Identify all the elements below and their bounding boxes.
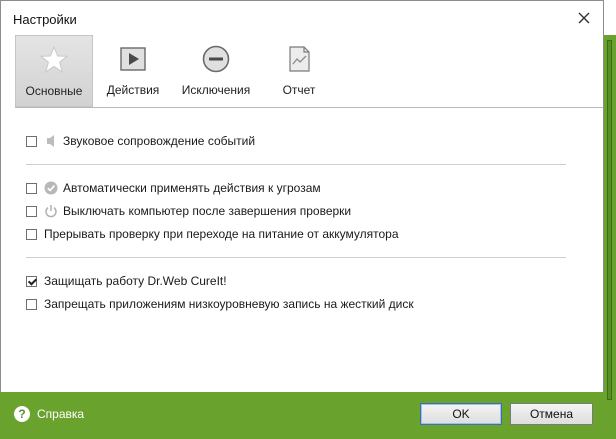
background-app-edge <box>604 0 616 439</box>
settings-tabs: Основные Действия Исключения Отчет <box>15 35 603 108</box>
tab-main[interactable]: Основные <box>15 35 93 107</box>
title-bar: Настройки <box>1 1 603 35</box>
cancel-button[interactable]: Отмена <box>510 403 593 425</box>
tab-main-label: Основные <box>25 84 83 98</box>
power-icon <box>44 204 58 218</box>
settings-content: Звуковое сопровождение событий Автоматич… <box>1 108 603 393</box>
help-label: Справка <box>37 407 85 421</box>
option-sound[interactable]: Звуковое сопровождение событий <box>26 133 255 149</box>
scrollbar <box>607 40 612 400</box>
tab-exclusions-label: Исключения <box>181 83 251 97</box>
speaker-icon <box>44 134 58 148</box>
help-link[interactable]: ? Справка <box>14 406 84 422</box>
option-protect-cureit-label: Защищать работу Dr.Web CureIt! <box>44 274 227 288</box>
tab-actions-label: Действия <box>106 83 160 97</box>
checkbox-sound[interactable] <box>26 135 37 147</box>
option-auto-actions-label: Автоматически применять действия к угроз… <box>63 181 321 195</box>
settings-window: Настройки Основные Действия Исключения О… <box>0 0 604 437</box>
checkbox-battery[interactable] <box>26 228 37 240</box>
star-icon <box>39 45 69 75</box>
dialog-footer: ? Справка OK Отмена <box>0 392 604 439</box>
tab-actions[interactable]: Действия <box>103 35 163 107</box>
help-icon: ? <box>14 406 30 422</box>
minus-circle-icon <box>201 44 231 74</box>
ok-button[interactable]: OK <box>420 403 502 425</box>
play-icon <box>118 44 148 74</box>
option-auto-actions[interactable]: Автоматически применять действия к угроз… <box>26 180 321 196</box>
divider <box>26 164 566 165</box>
checkbox-shutdown[interactable] <box>26 205 37 217</box>
report-icon <box>284 44 314 74</box>
checkbox-auto-actions[interactable] <box>26 182 37 194</box>
checkmark-circle-icon <box>44 181 58 195</box>
window-title: Настройки <box>13 12 77 27</box>
option-shutdown[interactable]: Выключать компьютер после завершения про… <box>26 203 351 219</box>
option-block-disk-write-label: Запрещать приложениям низкоуровневую зап… <box>44 297 414 311</box>
option-block-disk-write[interactable]: Запрещать приложениям низкоуровневую зап… <box>26 296 414 312</box>
checkbox-block-disk-write[interactable] <box>26 298 37 310</box>
close-icon[interactable] <box>575 9 593 27</box>
checkbox-protect-cureit[interactable] <box>26 275 37 287</box>
option-sound-label: Звуковое сопровождение событий <box>63 134 256 148</box>
option-battery-label: Прерывать проверку при переходе на питан… <box>44 227 399 241</box>
option-protect-cureit[interactable]: Защищать работу Dr.Web CureIt! <box>26 273 227 289</box>
tab-report[interactable]: Отчет <box>271 35 327 107</box>
option-shutdown-label: Выключать компьютер после завершения про… <box>63 204 352 218</box>
divider <box>26 257 566 258</box>
tab-exclusions[interactable]: Исключения <box>175 35 257 107</box>
option-battery[interactable]: Прерывать проверку при переходе на питан… <box>26 226 399 242</box>
tab-report-label: Отчет <box>282 83 316 97</box>
